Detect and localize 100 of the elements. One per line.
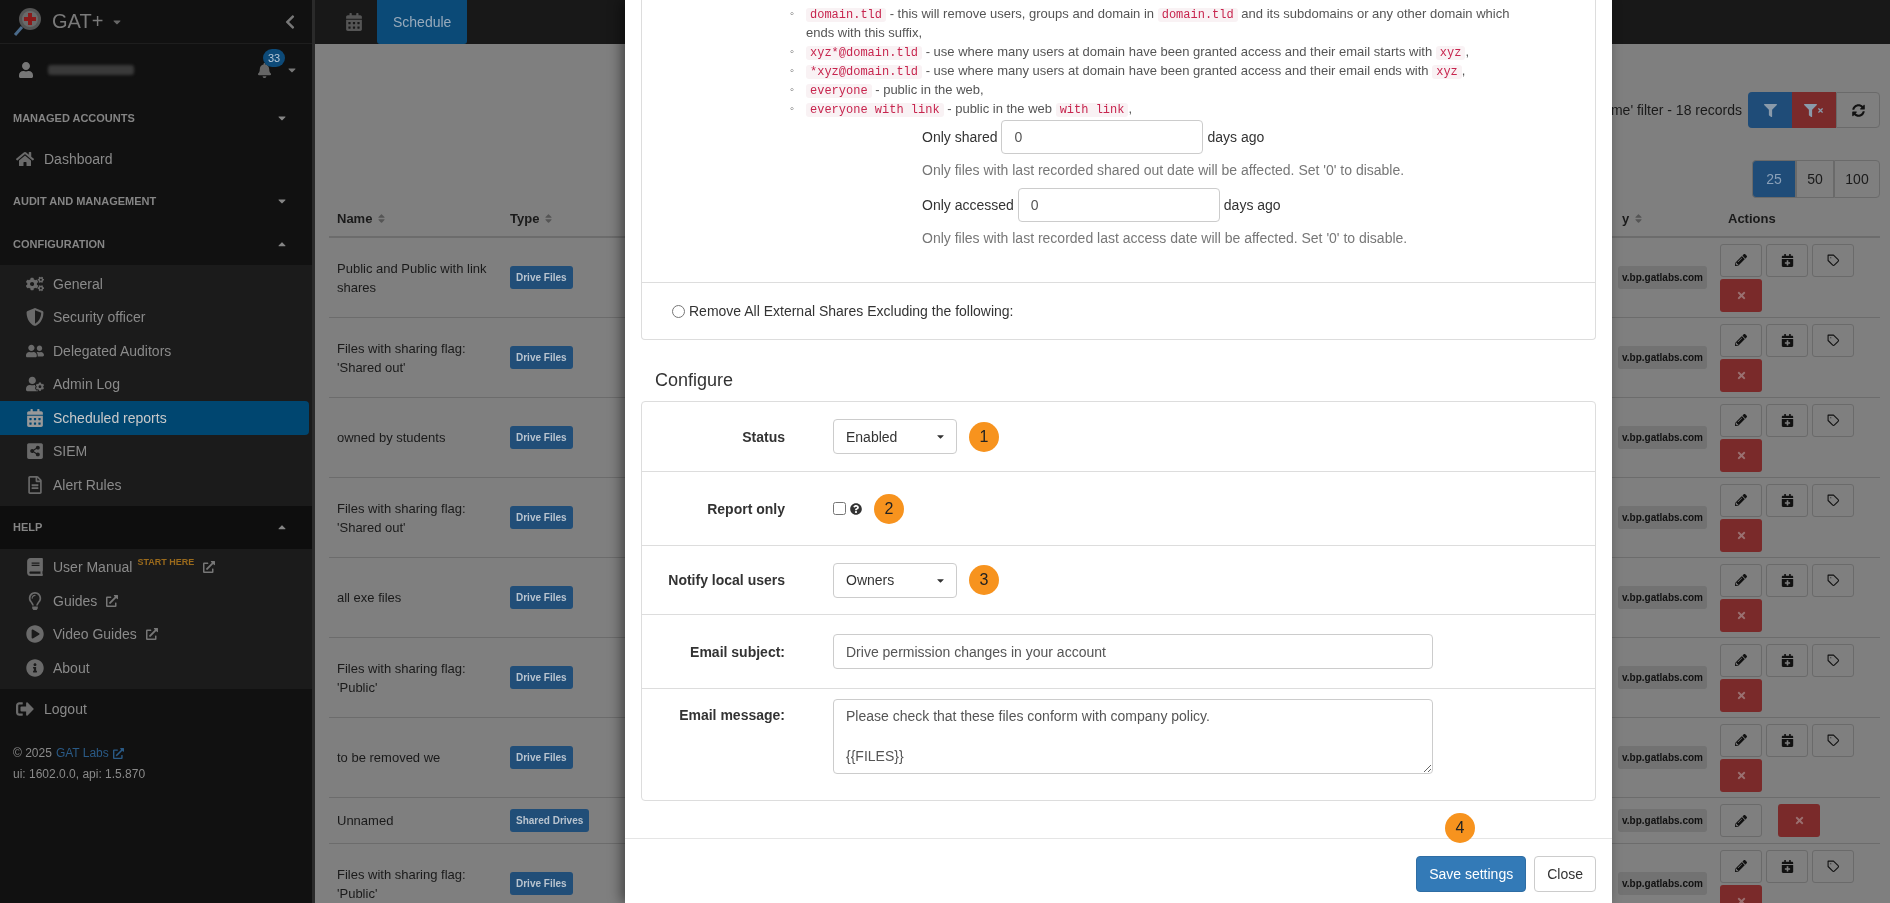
- section-header[interactable]: MANAGED ACCOUNTS: [13, 111, 276, 124]
- exclusion-radio[interactable]: [672, 304, 685, 318]
- schedule-button[interactable]: [1766, 849, 1808, 883]
- save-button[interactable]: Save settings: [1416, 856, 1527, 892]
- schedule-button[interactable]: [1766, 323, 1808, 357]
- delete-button[interactable]: [1720, 518, 1762, 552]
- days-input[interactable]: 0: [1017, 188, 1220, 222]
- sidebar-item[interactable]: Security officer: [0, 300, 309, 334]
- schedule-button[interactable]: [1766, 723, 1808, 757]
- sidebar-item[interactable]: Alert Rules: [0, 468, 309, 502]
- page-size-button[interactable]: 50: [1796, 160, 1834, 198]
- help-text: Only files with last recorded shared out date will be affected. Set '0' to disable.: [922, 162, 1406, 178]
- clear-filter-button[interactable]: [1792, 92, 1836, 128]
- edit-button[interactable]: [1720, 563, 1762, 597]
- sidebar-item[interactable]: User Manual START HERE: [0, 550, 309, 584]
- delete-button[interactable]: [1720, 758, 1762, 792]
- version-text: ui: 1602.0.0, api: 1.5.870: [13, 765, 147, 783]
- schedule-button[interactable]: [1766, 243, 1808, 277]
- radio-label: Remove All External Shares Excluding the following:: [689, 303, 1014, 319]
- schedule-button[interactable]: [1766, 403, 1808, 437]
- sidebar-item[interactable]: Admin Log: [0, 367, 309, 401]
- tag-button[interactable]: [1812, 849, 1854, 883]
- edit-button[interactable]: [1720, 403, 1762, 437]
- type-tag: Drive Files: [510, 346, 573, 369]
- tag-button[interactable]: [1812, 243, 1854, 277]
- schedule-button[interactable]: [1766, 483, 1808, 517]
- tag-button[interactable]: [1812, 563, 1854, 597]
- section-header[interactable]: CONFIGURATION: [13, 237, 276, 250]
- email-subject-field[interactable]: Drive permission changes in your account: [833, 634, 1433, 669]
- filter-summary: me' filter - 18 records: [1610, 102, 1742, 118]
- tag-button[interactable]: [1812, 403, 1854, 437]
- close-button[interactable]: Close: [1534, 856, 1596, 892]
- rule-description: domain.tld - this will remove users, groups and domain in domain.tld and its subdomains or any other domain which ends with this suffix,: [806, 5, 1511, 42]
- sidebar-item[interactable]: Video Guides: [0, 617, 309, 651]
- dropdown-select[interactable]: Enabled: [833, 419, 957, 454]
- page-size-button[interactable]: 25: [1752, 160, 1796, 198]
- column-header[interactable]: Name: [337, 210, 373, 226]
- column-header[interactable]: y: [1622, 210, 1630, 226]
- sidebar-link[interactable]: Dashboard: [0, 139, 312, 179]
- days-input[interactable]: 0: [1001, 120, 1204, 154]
- field-label: Email message:: [678, 706, 786, 723]
- notification-count: 33: [263, 48, 286, 67]
- schedule-button[interactable]: [1766, 643, 1808, 677]
- delete-button[interactable]: [1720, 358, 1762, 392]
- owner-tag: v.bp.gatlabs.com: [1618, 809, 1707, 832]
- rule-description: everyone with link - public in the web with link ,: [806, 99, 1535, 118]
- sidebar-item[interactable]: General: [0, 267, 309, 301]
- nav-tab[interactable]: Schedule: [377, 0, 468, 44]
- close-icon: [1735, 289, 1747, 301]
- column-header[interactable]: Type: [510, 210, 540, 226]
- pencil-icon: [1735, 734, 1747, 746]
- delete-button[interactable]: [1720, 678, 1762, 712]
- schedule-button[interactable]: [1766, 563, 1808, 597]
- pencil-icon: [1735, 814, 1747, 827]
- page-size-button[interactable]: 100: [1834, 160, 1880, 198]
- bell-icon[interactable]: [257, 62, 272, 78]
- calendar-plus-icon: [1780, 573, 1794, 587]
- company-link[interactable]: GAT Labs: [55, 742, 109, 764]
- delete-button[interactable]: [1720, 278, 1762, 312]
- refresh-button[interactable]: [1836, 92, 1880, 128]
- info-icon: [26, 658, 44, 677]
- tag-icon: [1826, 413, 1840, 427]
- edit-button[interactable]: [1720, 323, 1762, 357]
- sidebar-item[interactable]: Guides: [0, 584, 309, 618]
- sidebar-item[interactable]: SIEM: [0, 434, 309, 468]
- sidebar-item[interactable]: About: [0, 651, 309, 685]
- email-message-field[interactable]: Please check that these files conform with company policy. {{FILES}}: [833, 699, 1433, 774]
- owner-tag: v.bp.gatlabs.com: [1618, 746, 1707, 769]
- sidebar-link[interactable]: Logout: [0, 688, 312, 729]
- help-icon[interactable]: [850, 502, 862, 515]
- tag-button[interactable]: [1812, 643, 1854, 677]
- calendar-plus-icon: [1780, 333, 1794, 347]
- list-bullet: ◦: [790, 44, 795, 59]
- dropdown-select[interactable]: Owners: [833, 562, 957, 598]
- table-cell-text: Files with sharing flag: 'Public': [337, 659, 467, 697]
- filter-icon: [1763, 103, 1777, 117]
- delete-button[interactable]: [1720, 438, 1762, 472]
- sidebar-item[interactable]: Delegated Auditors: [0, 334, 309, 368]
- section-header[interactable]: AUDIT AND MANAGEMENT: [13, 194, 276, 207]
- tag-button[interactable]: [1812, 323, 1854, 357]
- delete-button[interactable]: [1720, 598, 1762, 632]
- section-header[interactable]: HELP: [13, 521, 276, 533]
- filter-button[interactable]: [1748, 92, 1792, 128]
- table-cell-text: Unnamed: [337, 812, 394, 830]
- edit-button[interactable]: [1720, 243, 1762, 277]
- book-icon: [26, 558, 44, 577]
- list-bullet: ◦: [790, 63, 795, 78]
- tag-button[interactable]: [1812, 483, 1854, 517]
- unit-label: days ago: [1223, 197, 1281, 213]
- calendar-plus-icon: [1780, 493, 1794, 507]
- play-icon: [26, 625, 44, 644]
- edit-button[interactable]: [1720, 643, 1762, 677]
- edit-button[interactable]: [1720, 483, 1762, 517]
- close-icon: [1793, 815, 1805, 826]
- sidebar-item[interactable]: Scheduled reports: [0, 401, 309, 435]
- edit-button[interactable]: [1720, 804, 1762, 837]
- edit-button[interactable]: [1720, 723, 1762, 757]
- tag-button[interactable]: [1812, 723, 1854, 757]
- report-only-checkbox[interactable]: [833, 502, 846, 515]
- edit-button[interactable]: [1720, 849, 1762, 883]
